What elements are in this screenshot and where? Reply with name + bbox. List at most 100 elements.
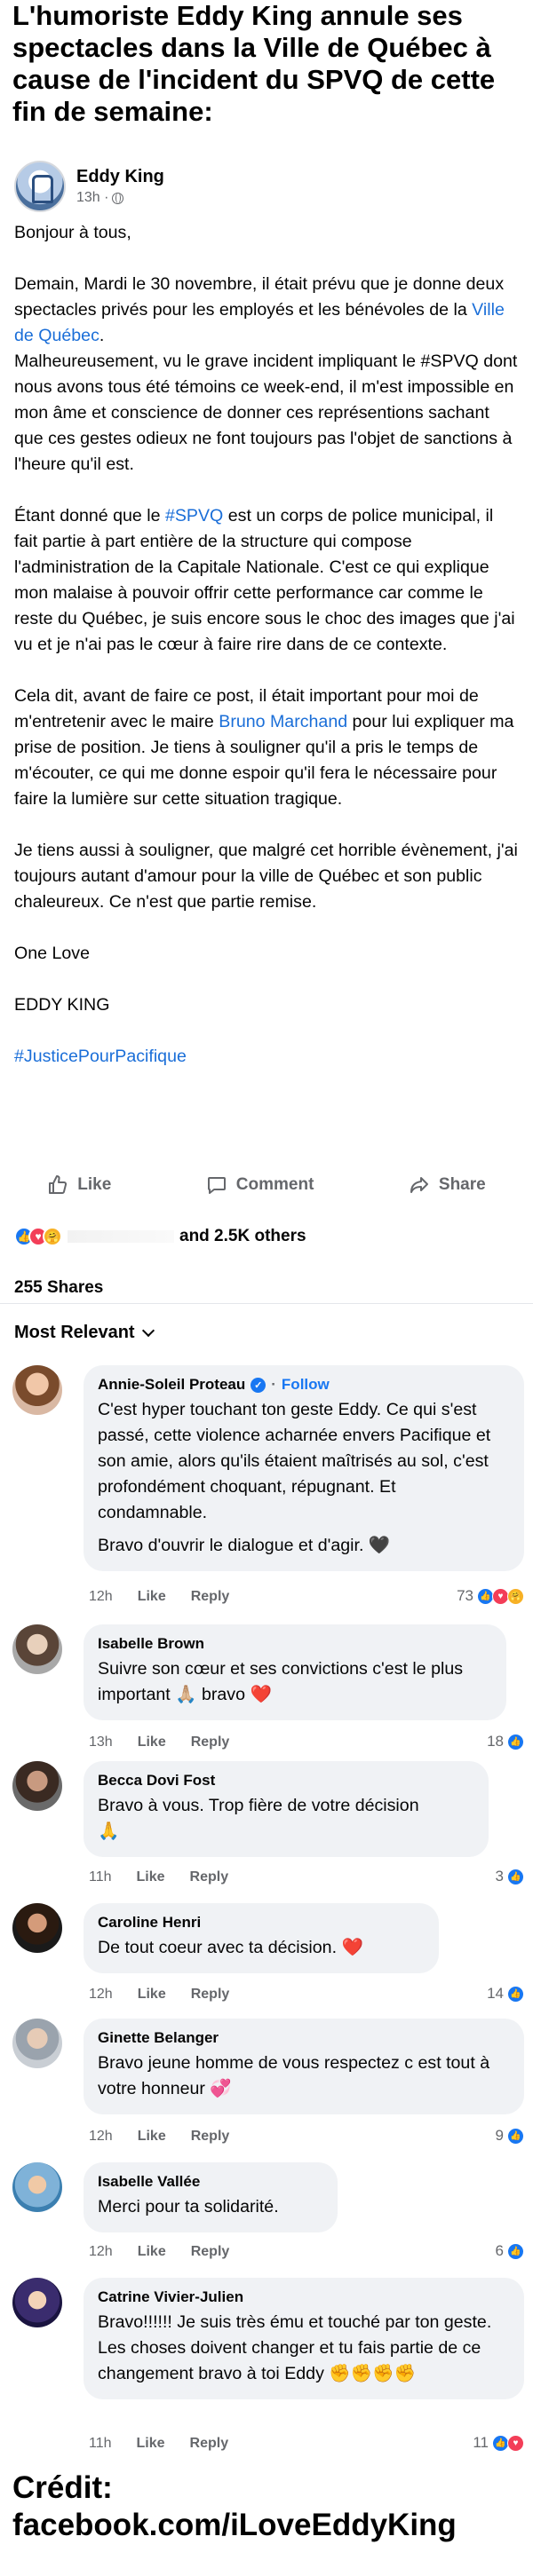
comment-bubble: Becca Dovi Fost Bravo à vous. Trop fière… [84,1761,489,1857]
post-meta: Eddy King 13h · [76,167,164,206]
love-reaction-icon: ♥ [507,2434,524,2452]
comment-text: De tout coeur avec ta décision. ❤️ [98,1938,363,1957]
avatar[interactable] [12,2162,62,2212]
comment-author[interactable]: Annie-Soleil Proteau [98,1376,245,1394]
comment-reply-button[interactable]: Reply [191,2129,230,2145]
verified-icon: ✓ [251,1377,266,1393]
comment: Caroline Henri De tout coeur avec ta déc… [12,1903,524,2011]
comment-text: Suivre son cœur et ses convictions c'est… [98,1659,464,1704]
avatar[interactable] [12,1624,62,1674]
comment-time[interactable]: 12h [89,1987,113,2003]
post-paragraph-1: Demain, Mardi le 30 novembre, il était p… [14,274,505,345]
post-signature: EDDY KING [14,995,110,1015]
comment-reaction-count[interactable]: 6 👍 [496,2242,524,2260]
like-reaction-icon: 👍 [507,2242,524,2260]
post-header: Eddy King 13h · [14,158,164,215]
comment-time[interactable]: 12h [89,2244,113,2260]
comment-bubble: Catrine Vivier-Julien Bravo!!!!!! Je sui… [84,2278,524,2399]
hashtag-link[interactable]: #JusticePourPacifique [14,1044,519,1070]
comment-like-button[interactable]: Like [138,1987,166,2003]
comment-actions: 12h Like Reply [89,2244,229,2260]
comment-text: Bravo!!!!!! Je suis très ému et touché p… [98,2312,492,2383]
post-paragraph-2: Étant donné que le #SPVQ est un corps de… [14,506,515,654]
comment-text: Bravo jeune homme de vous respectez c es… [98,2053,490,2098]
avatar[interactable] [14,161,66,212]
comment-author[interactable]: Caroline Henri [98,1914,201,1932]
comment-author[interactable]: Isabelle Vallée [98,2173,200,2191]
like-reaction-icon: 👍 [507,1733,524,1750]
comment-reply-button[interactable]: Reply [190,2436,229,2452]
comment-time[interactable]: 11h [89,1869,112,1885]
avatar[interactable] [12,1903,62,1953]
comment-reaction-count[interactable]: 11 👍 ♥ [473,2434,524,2452]
post-timestamp[interactable]: 13h · [76,190,108,206]
comment-author[interactable]: Isabelle Brown [98,1635,204,1653]
globe-icon [112,192,124,204]
link-spvq[interactable]: #SPVQ [165,506,223,525]
comment-actions: 11h Like Reply [89,1869,228,1885]
comment-author[interactable]: Catrine Vivier-Julien [98,2288,243,2306]
comment-reaction-count[interactable]: 3 👍 [496,1868,524,1885]
comment-author[interactable]: Becca Dovi Fost [98,1772,215,1790]
comment-time[interactable]: 13h [89,1734,113,1750]
comment-reaction-count[interactable]: 9 👍 [496,2127,524,2145]
comment-like-button[interactable]: Like [137,1869,165,1885]
comment-time[interactable]: 11h [89,2436,112,2452]
post-greeting: Bonjour à tous, [14,223,131,242]
avatar[interactable] [12,2019,62,2068]
comment-like-button[interactable]: Like [138,2129,166,2145]
comment-reaction-count[interactable]: 73 👍 ♥ 🤗 [457,1587,524,1605]
comment-bubble: Isabelle Vallée Merci pour ta solidarité… [84,2162,338,2232]
comment-like-button[interactable]: Like [137,2436,165,2452]
comment-reply-button[interactable]: Reply [191,1734,230,1750]
care-reaction-icon: 🤗 [507,1587,524,1605]
reactions-summary[interactable]: 👍 ♥ 🤗 and 2.5K others [14,1223,306,1250]
follow-button[interactable]: Follow [282,1376,330,1394]
post-time: 13h · [76,190,164,206]
credit: Crédit: facebook.com/iLoveEddyKing [12,2469,457,2544]
comment-author[interactable]: Ginette Belanger [98,2029,219,2047]
comment-actions: 12h Like Reply [89,1987,229,2003]
comment-reply-button[interactable]: Reply [191,2244,230,2260]
comment: Isabelle Brown Suivre son cœur et ses co… [12,1624,524,1759]
sort-dropdown[interactable]: Most Relevant [14,1323,155,1343]
comment-text: Bravo d'ouvrir le dialogue et d'agir. 🖤 [98,1536,391,1555]
comment-reply-button[interactable]: Reply [190,1869,229,1885]
comment-reply-button[interactable]: Reply [191,1987,230,2003]
comment: Catrine Vivier-Julien Bravo!!!!!! Je sui… [12,2278,524,2455]
comment-button[interactable]: Comment [206,1174,314,1196]
comment-icon [207,1177,226,1194]
comment-like-button[interactable]: Like [138,1734,166,1750]
like-reaction-icon: 👍 [507,1985,524,2003]
comment-like-button[interactable]: Like [138,1589,166,1605]
comment-actions: 13h Like Reply [89,1734,229,1750]
thumbs-up-icon [49,1175,68,1194]
action-bar: Like Comment Share [0,1163,533,1207]
share-button[interactable]: Share [409,1174,486,1196]
comment-reaction-count[interactable]: 18 👍 [487,1733,524,1750]
comment-time[interactable]: 12h [89,1589,113,1605]
comment-like-button[interactable]: Like [138,2244,166,2260]
like-reaction-icon: 👍 [507,2127,524,2145]
comment-reaction-count[interactable]: 14 👍 [487,1985,524,2003]
comment: Isabelle Vallée Merci pour ta solidarité… [12,2162,524,2267]
like-button[interactable]: Like [47,1174,111,1196]
comment: Becca Dovi Fost Bravo à vous. Trop fière… [12,1761,524,1894]
shares-count[interactable]: 255 Shares [14,1278,103,1298]
comment: Annie-Soleil Proteau ✓ · Follow C'est hy… [12,1365,524,1616]
avatar[interactable] [12,2278,62,2327]
avatar[interactable] [12,1761,62,1811]
comment-bubble: Ginette Belanger Bravo jeune homme de vo… [84,2019,524,2114]
avatar[interactable] [12,1365,62,1415]
divider [0,1303,533,1304]
comment-reply-button[interactable]: Reply [191,1589,230,1605]
post-author[interactable]: Eddy King [76,167,164,187]
comment-text: C'est hyper touchant ton geste Eddy. Ce … [98,1400,491,1522]
link-bruno-marchand[interactable]: Bruno Marchand [219,712,347,731]
post-body: Bonjour à tous, Demain, Mardi le 30 nove… [14,220,519,1095]
comment-actions: 11h Like Reply [89,2436,228,2452]
post-paragraph-5: One Love [14,944,90,963]
care-reaction-icon: 🤗 [43,1227,62,1246]
comment-time[interactable]: 12h [89,2129,113,2145]
comment-text: Merci pour ta solidarité. [98,2197,279,2216]
